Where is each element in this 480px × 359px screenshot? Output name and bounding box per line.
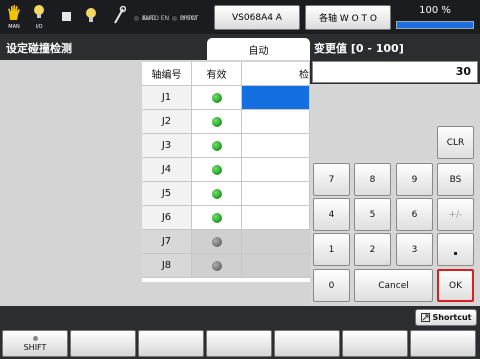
- key-7[interactable]: 7: [313, 163, 350, 196]
- enabled-cell[interactable]: [192, 206, 242, 230]
- detect-level-cell: [242, 254, 310, 278]
- table-row[interactable]: J2: [142, 110, 310, 134]
- detect-level-cell[interactable]: [242, 86, 310, 110]
- cancel-button[interactable]: Cancel: [354, 269, 433, 302]
- backspace-button[interactable]: BS: [437, 163, 474, 196]
- axis-mode-button[interactable]: 各轴 W O T O: [305, 5, 391, 30]
- enabled-cell[interactable]: [192, 134, 242, 158]
- column-header-enabled: 有效: [192, 62, 242, 86]
- keypad-area: CLR 7 8 9 BS 4 5 6 +/- 1 2 3 . 0 Cancel …: [310, 84, 480, 306]
- led-icon: [172, 15, 177, 21]
- enabled-indicator-icon: [211, 164, 222, 175]
- axis-cell: J6: [142, 206, 192, 230]
- status-bar: MAN I/O EMG AUTO EN PRTCT D SW VS068A4 A…: [0, 0, 480, 34]
- key-6[interactable]: 6: [396, 198, 433, 231]
- robot-select-button[interactable]: VS068A4 A: [214, 5, 300, 30]
- keypad-title: 变更值 [0 - 100]: [314, 42, 404, 55]
- detect-level-cell[interactable]: [242, 158, 310, 182]
- indicator-d-sw: D SW: [180, 14, 197, 22]
- enabled-indicator-icon: [211, 212, 222, 223]
- key-2[interactable]: 2: [354, 233, 391, 266]
- hand-icon[interactable]: MAN: [3, 4, 25, 30]
- function-key-f2[interactable]: [138, 330, 204, 357]
- lamp-icon[interactable]: [80, 4, 102, 30]
- clr-button[interactable]: CLR: [437, 126, 474, 159]
- decimal-point-button[interactable]: .: [437, 233, 474, 266]
- shift-label: SHIFT: [23, 342, 47, 352]
- enabled-cell[interactable]: [192, 182, 242, 206]
- key-1[interactable]: 1: [313, 233, 350, 266]
- axis-cell: J1: [142, 86, 192, 110]
- table-row: J8: [142, 254, 310, 278]
- table-header: 轴编号 有效 检: [142, 62, 310, 86]
- tab-auto[interactable]: 自动: [207, 38, 310, 60]
- enabled-indicator-icon: [211, 260, 222, 271]
- enabled-indicator-icon: [211, 236, 222, 247]
- axis-cell: J3: [142, 134, 192, 158]
- enabled-cell[interactable]: [192, 158, 242, 182]
- wrench-icon[interactable]: [108, 4, 130, 30]
- shortcut-button[interactable]: Shortcut: [415, 309, 477, 326]
- function-key-f6[interactable]: [410, 330, 476, 357]
- detect-level-cell[interactable]: [242, 206, 310, 230]
- lightbulb-icon-label: I/O: [35, 24, 43, 30]
- shortcut-strip: [0, 306, 480, 328]
- key-9[interactable]: 9: [396, 163, 433, 196]
- lightbulb-icon[interactable]: I/O: [28, 4, 50, 30]
- enabled-cell: [192, 230, 242, 254]
- function-key-f1[interactable]: [70, 330, 136, 357]
- function-key-f5[interactable]: [342, 330, 408, 357]
- shortcut-label: Shortcut: [432, 313, 472, 322]
- shortcut-icon: [420, 313, 430, 322]
- shift-led-icon: [32, 335, 38, 341]
- enabled-indicator-icon: [211, 92, 222, 103]
- shift-button[interactable]: SHIFT: [2, 330, 68, 357]
- column-header-detect: 检: [242, 62, 310, 86]
- speed-bar[interactable]: [396, 21, 474, 29]
- enabled-indicator-icon: [211, 188, 222, 199]
- key-0[interactable]: 0: [313, 269, 350, 302]
- key-3[interactable]: 3: [396, 233, 433, 266]
- page-title: 设定碰撞检测: [6, 42, 72, 55]
- enabled-indicator-icon: [211, 140, 222, 151]
- led-icon: [134, 15, 139, 21]
- detect-level-cell[interactable]: [242, 182, 310, 206]
- axis-table: 轴编号 有效 检 J1 J2 J3 J4 J5 J6 J7 J8: [142, 62, 310, 282]
- detect-level-cell[interactable]: [242, 134, 310, 158]
- hand-icon-label: MAN: [8, 24, 20, 30]
- detect-level-cell[interactable]: [242, 110, 310, 134]
- speed-bar-fill: [397, 22, 473, 28]
- indicator-auto-en: AUTO EN: [142, 14, 170, 22]
- axis-cell: J2: [142, 110, 192, 134]
- table-row[interactable]: J3: [142, 134, 310, 158]
- enabled-cell: [192, 254, 242, 278]
- function-key-f4[interactable]: [274, 330, 340, 357]
- function-key-f3[interactable]: [206, 330, 272, 357]
- speed-value[interactable]: 100 %: [396, 5, 474, 16]
- key-5[interactable]: 5: [354, 198, 391, 231]
- value-input[interactable]: 30: [312, 61, 478, 83]
- ok-button[interactable]: OK: [437, 269, 474, 302]
- stop-square-icon[interactable]: [55, 4, 77, 30]
- enabled-cell[interactable]: [192, 110, 242, 134]
- table-row[interactable]: J4: [142, 158, 310, 182]
- axis-cell: J4: [142, 158, 192, 182]
- column-header-axis: 轴编号: [142, 62, 192, 86]
- axis-cell: J7: [142, 230, 192, 254]
- table-row[interactable]: J1: [142, 86, 310, 110]
- enabled-cell[interactable]: [192, 86, 242, 110]
- sign-toggle-button[interactable]: +/-: [437, 198, 474, 231]
- key-8[interactable]: 8: [354, 163, 391, 196]
- key-4[interactable]: 4: [313, 198, 350, 231]
- detect-level-cell: [242, 230, 310, 254]
- axis-cell: J5: [142, 182, 192, 206]
- keypad-panel: 变更值 [0 - 100] 30 CLR 7 8 9 BS 4 5 6 +/- …: [310, 34, 480, 306]
- table-row: J7: [142, 230, 310, 254]
- axis-cell: J8: [142, 254, 192, 278]
- table-row[interactable]: J6: [142, 206, 310, 230]
- enabled-indicator-icon: [211, 116, 222, 127]
- table-row[interactable]: J5: [142, 182, 310, 206]
